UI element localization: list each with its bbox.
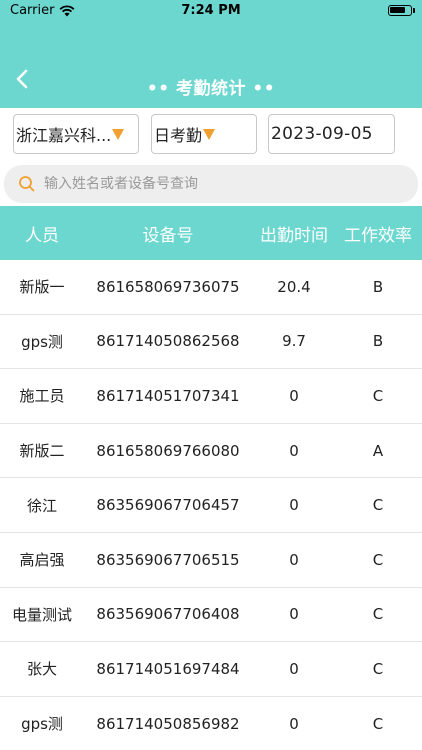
battery-icon [388, 5, 415, 16]
cell-efficiency: C [372, 605, 384, 624]
cell-hours: 0 [289, 386, 299, 405]
attendance-mode-value: 日考勤 [154, 126, 203, 145]
date-value: 2023-09-05 [271, 124, 373, 144]
search-icon [19, 176, 35, 192]
company-select[interactable]: 浙江嘉兴科... [13, 114, 139, 154]
date-picker[interactable]: 2023-09-05 [268, 114, 395, 154]
table-row[interactable]: 施工员 861714051707341 0 C [0, 369, 422, 424]
dropdown-caret-icon [112, 128, 125, 140]
header-person: 人员 [25, 225, 59, 246]
cell-efficiency: C [372, 659, 384, 678]
clock: 7:24 PM [181, 3, 241, 18]
cell-efficiency: B [372, 332, 384, 351]
cell-name: 电量测试 [11, 605, 72, 624]
search-box[interactable] [4, 165, 418, 203]
cell-efficiency: C [372, 714, 384, 733]
cell-hours: 20.4 [277, 277, 311, 296]
dropdown-caret-icon [203, 128, 216, 140]
table-row[interactable]: gps测 861714050856982 0 C [0, 696, 422, 750]
cell-hours: 0 [289, 441, 299, 460]
table-row[interactable]: 张大 861714051697484 0 C [0, 642, 422, 697]
search-input[interactable] [44, 176, 384, 192]
cell-hours: 0 [289, 659, 299, 678]
table-row[interactable]: gps测 861714050862568 9.7 B [0, 314, 422, 370]
cell-device: 861658069766080 [96, 441, 240, 460]
cell-efficiency: B [372, 277, 384, 296]
company-select-value: 浙江嘉兴科... [16, 126, 112, 145]
header-efficiency: 工作效率 [344, 225, 412, 246]
cell-name: gps测 [21, 715, 63, 734]
attendance-mode-select[interactable]: 日考勤 [151, 114, 257, 154]
cell-device: 861714050862568 [96, 332, 240, 351]
table-row[interactable]: 电量测试 863569067706408 0 C [0, 587, 422, 643]
cell-efficiency: C [372, 550, 384, 569]
cell-name: 新版一 [19, 278, 65, 297]
cell-hours: 9.7 [282, 332, 306, 351]
filter-bar: 浙江嘉兴科... 日考勤 2023-09-05 [0, 108, 422, 163]
cell-name: 徐江 [26, 496, 57, 515]
cell-device: 863569067706515 [96, 550, 240, 569]
cell-name: 高启强 [19, 551, 65, 570]
status-bar: Carrier 7:24 PM [0, 0, 422, 22]
cell-hours: 0 [289, 605, 299, 624]
cell-device: 863569067706408 [96, 605, 240, 624]
page-title: •• 考勤统计 •• [146, 79, 276, 99]
cell-device: 861714050856982 [96, 714, 240, 733]
table-row[interactable]: 徐江 863569067706457 0 C [0, 478, 422, 533]
cell-efficiency: A [372, 441, 384, 460]
cell-device: 861714051707341 [96, 386, 240, 405]
cell-hours: 0 [289, 496, 299, 515]
cell-name: 新版二 [19, 442, 65, 461]
cell-name: 施工员 [19, 387, 65, 406]
table-row[interactable]: 新版一 861658069736075 20.4 B [0, 260, 422, 315]
header-attendance-time: 出勤时间 [260, 225, 328, 246]
search-section [0, 163, 422, 206]
table-row[interactable]: 高启强 863569067706515 0 C [0, 532, 422, 588]
cell-hours: 0 [289, 550, 299, 569]
cell-name: 张大 [26, 660, 57, 679]
attendance-table: 新版一 861658069736075 20.4 B gps测 86171405… [0, 260, 422, 750]
table-header: 人员 设备号 出勤时间 工作效率 [0, 206, 422, 260]
cell-device: 861714051697484 [96, 659, 240, 678]
cell-efficiency: C [372, 386, 384, 405]
cell-device: 861658069736075 [96, 277, 240, 296]
cell-device: 863569067706457 [96, 496, 240, 515]
table-row[interactable]: 新版二 861658069766080 0 A [0, 423, 422, 479]
nav-bar: •• 考勤统计 •• [0, 22, 422, 108]
header-device: 设备号 [142, 225, 194, 246]
cell-hours: 0 [289, 714, 299, 733]
cell-efficiency: C [372, 496, 384, 515]
cell-name: gps测 [21, 332, 63, 351]
